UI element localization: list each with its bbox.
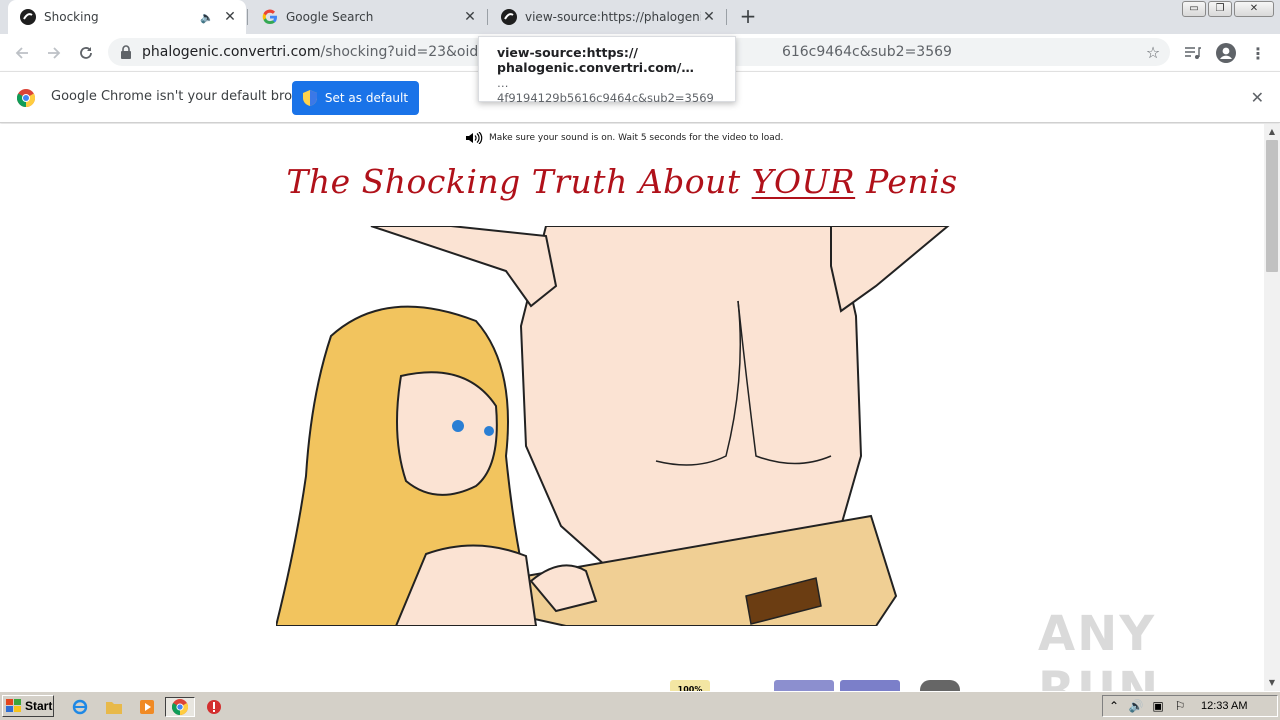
headline-emphasis: YOUR: [751, 162, 856, 201]
tab-shocking[interactable]: Shocking 🔈 ✕: [8, 0, 246, 34]
page-headline: The Shocking Truth About YOUR Penis: [0, 162, 1244, 201]
tooltip-url-tail: …4f9194129b5616c9464c&sub2=3569: [497, 76, 714, 105]
google-icon: [262, 9, 277, 25]
tab-divider: [726, 9, 727, 25]
tab-close-icon[interactable]: ✕: [701, 9, 717, 25]
tab-title: Google Search: [286, 10, 374, 24]
set-as-default-button[interactable]: Set as default: [292, 81, 419, 115]
tab-view-source[interactable]: view-source:https://phalogenic.convertri…: [489, 0, 725, 34]
tab-divider: [247, 9, 248, 25]
start-label: Start: [25, 699, 53, 713]
set-as-default-label: Set as default: [324, 91, 409, 105]
sound-notice: Make sure your sound is on. Wait 5 secon…: [465, 132, 783, 144]
tooltip-line: phalogenic.convertri.com/…: [497, 60, 694, 75]
media-queue-icon: [1185, 47, 1201, 59]
minimize-button[interactable]: ▭: [1182, 1, 1206, 17]
window-controls: ▭ ❐ ✕: [1182, 1, 1274, 17]
tab-hover-tooltip: view-source:https:// phalogenic.convertr…: [478, 36, 736, 105]
action-center-flag-icon[interactable]: ⚐: [1169, 699, 1191, 713]
taskbar-clock[interactable]: 12:33 AM: [1201, 700, 1247, 712]
cartoon-illustration: [276, 226, 950, 626]
profile-button[interactable]: [1215, 42, 1237, 64]
headline-part: The Shocking Truth About: [286, 162, 752, 201]
site-favicon-icon: [20, 9, 36, 25]
account-icon: [1216, 43, 1236, 63]
trust-badges: 100%: [670, 680, 960, 691]
speaker-sound-icon: [466, 132, 483, 144]
internet-explorer-icon[interactable]: [70, 697, 90, 717]
system-tray: ⌃ 🔊 ▣ ⚐ 12:33 AM: [1102, 695, 1278, 717]
payment-badge: [840, 680, 900, 691]
tab-strip: Shocking 🔈 ✕ Google Search ✕ view-source…: [0, 0, 1280, 34]
start-button[interactable]: Start: [2, 695, 54, 717]
guarantee-badge: 100%: [670, 680, 710, 691]
tab-divider: [487, 9, 488, 25]
bookmark-star-icon[interactable]: ☆: [1142, 43, 1164, 62]
url-host: phalogenic.convertri.com: [142, 44, 321, 60]
back-arrow-icon: [15, 47, 28, 59]
forward-button[interactable]: [41, 40, 67, 66]
tab-close-icon[interactable]: ✕: [222, 9, 238, 25]
tooltip-line: view-source:https://: [497, 45, 638, 60]
back-button[interactable]: [9, 40, 35, 66]
lock-icon[interactable]: [120, 45, 132, 59]
shield-icon: [302, 90, 317, 106]
media-control-button[interactable]: [1182, 42, 1204, 64]
chrome-taskbar-button[interactable]: [165, 697, 195, 717]
sound-notice-text: Make sure your sound is on. Wait 5 secon…: [489, 133, 784, 143]
reload-button[interactable]: [73, 40, 99, 66]
speaker-icon[interactable]: 🔈: [200, 11, 214, 24]
tab-title: view-source:https://phalogenic.convertri…: [525, 10, 701, 24]
page-scrollbar[interactable]: ▲ ▼: [1264, 124, 1280, 691]
file-explorer-icon[interactable]: [104, 697, 124, 717]
payment-badge: [774, 680, 834, 691]
site-favicon-icon: [501, 9, 517, 25]
anyrun-watermark: ANY RUN: [1038, 606, 1161, 691]
chrome-logo-icon: [17, 89, 35, 107]
security-seal: [920, 680, 960, 691]
tab-google-search[interactable]: Google Search ✕: [250, 0, 486, 34]
windows-logo-icon: [6, 699, 21, 712]
scroll-down-arrow-icon[interactable]: ▼: [1264, 675, 1280, 691]
scrollbar-thumb[interactable]: [1266, 140, 1278, 272]
infobar-close-icon[interactable]: ✕: [1251, 88, 1264, 107]
headline-part: Penis: [855, 162, 958, 201]
network-icon[interactable]: ▣: [1147, 699, 1169, 713]
chrome-icon: [172, 699, 188, 715]
tab-title: Shocking: [44, 10, 99, 24]
media-player-icon[interactable]: [137, 697, 157, 717]
windows-taskbar: Start ⌃ 🔊 ▣ ⚐ 12:33 AM: [0, 691, 1280, 720]
volume-icon[interactable]: 🔊: [1125, 699, 1147, 713]
url-tail: 616c9464c&sub2=3569: [781, 44, 952, 60]
new-tab-button[interactable]: +: [737, 6, 759, 28]
stop-app-icon[interactable]: [204, 697, 224, 717]
scroll-up-arrow-icon[interactable]: ▲: [1264, 124, 1280, 140]
infobar-message: Google Chrome isn't your default browser: [51, 89, 323, 104]
reload-icon: [80, 47, 92, 59]
tab-close-icon[interactable]: ✕: [462, 9, 478, 25]
web-page: Make sure your sound is on. Wait 5 secon…: [0, 124, 1264, 691]
restore-button[interactable]: ❐: [1208, 1, 1232, 17]
tray-expand-icon[interactable]: ⌃: [1103, 699, 1125, 713]
chrome-menu-icon[interactable]: ⋮: [1247, 42, 1269, 64]
close-window-button[interactable]: ✕: [1234, 1, 1274, 17]
forward-arrow-icon: [48, 47, 61, 59]
